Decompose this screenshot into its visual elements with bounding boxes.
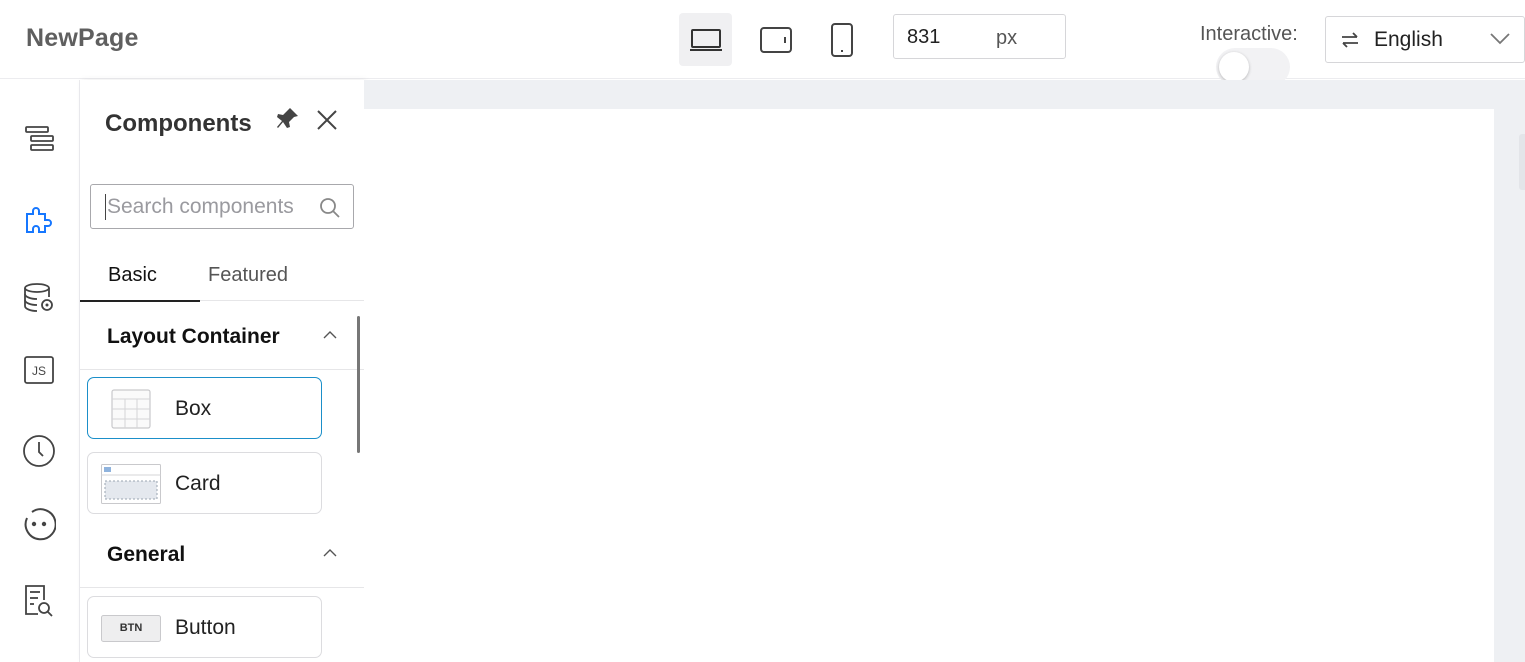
rail-item-data-source[interactable] <box>20 279 58 317</box>
search-icon[interactable] <box>319 197 341 219</box>
app-title: NewPage <box>26 24 139 52</box>
canvas-page[interactable] <box>364 109 1494 662</box>
width-unit: px <box>996 27 1018 49</box>
history-clock-icon <box>23 435 55 467</box>
rail-item-history[interactable] <box>20 432 58 470</box>
pin-icon[interactable] <box>276 106 300 132</box>
btn-thumb-text: BTN <box>119 622 143 634</box>
section-header-general[interactable]: General <box>80 520 364 588</box>
phone-icon <box>830 22 853 57</box>
tablet-view-button[interactable] <box>749 13 802 66</box>
component-label: Button <box>175 616 236 639</box>
mobile-view-button[interactable] <box>815 13 868 66</box>
component-card-card[interactable]: Card <box>87 452 322 514</box>
search-input[interactable] <box>105 194 305 220</box>
section-label: General <box>107 543 186 566</box>
language-selected-value: English <box>1374 28 1443 51</box>
components-panel: Components Basic Featured Layout Contain… <box>80 80 364 662</box>
card-icon <box>101 464 161 504</box>
svg-text:JS: JS <box>32 364 46 378</box>
panel-title: Components <box>105 110 252 137</box>
toggle-knob <box>1219 52 1249 82</box>
component-card-box[interactable]: Box <box>87 377 322 439</box>
chevron-up-icon <box>323 331 337 339</box>
components-puzzle-icon <box>26 207 52 233</box>
design-canvas-area <box>364 80 1525 662</box>
section-header-layout-container[interactable]: Layout Container <box>80 302 364 370</box>
rail-item-assistant[interactable] <box>20 506 58 544</box>
rail-item-js[interactable]: JS <box>20 351 58 389</box>
section-label: Layout Container <box>107 325 280 348</box>
data-source-icon <box>24 283 53 312</box>
tab-basic[interactable]: Basic <box>108 264 157 287</box>
panel-scrollbar[interactable] <box>357 316 360 453</box>
page-search-icon <box>25 585 53 617</box>
panel-tabs: Basic Featured <box>80 256 364 302</box>
right-panel-handle[interactable] <box>1519 134 1525 190</box>
tab-featured[interactable]: Featured <box>208 264 288 287</box>
rail-item-page-search[interactable] <box>20 581 58 619</box>
chevron-up-icon <box>323 549 337 557</box>
rail-item-components[interactable] <box>20 201 58 239</box>
swap-icon <box>1342 32 1358 48</box>
component-label: Box <box>175 397 212 420</box>
close-icon[interactable] <box>315 108 339 132</box>
box-grid-icon <box>111 389 151 429</box>
width-value[interactable]: 831 <box>907 26 940 49</box>
component-card-button[interactable]: BTN Button <box>87 596 322 658</box>
assistant-face-icon <box>24 508 56 541</box>
component-label: Card <box>175 472 221 495</box>
outline-icon <box>25 126 54 151</box>
rail-item-outline[interactable] <box>20 120 58 158</box>
js-icon: JS <box>24 356 54 384</box>
laptop-icon <box>689 28 722 51</box>
interactive-label: Interactive: <box>1200 23 1298 45</box>
left-icon-rail: JS <box>0 80 80 662</box>
search-box <box>90 184 354 229</box>
top-toolbar: NewPage 831 px Interactive: English <box>0 0 1525 86</box>
canvas-width-input[interactable]: 831 px <box>893 14 1066 59</box>
language-select[interactable]: English <box>1325 16 1525 63</box>
desktop-view-button[interactable] <box>679 13 732 66</box>
tablet-icon <box>759 26 792 53</box>
chevron-down-icon <box>1490 33 1510 45</box>
